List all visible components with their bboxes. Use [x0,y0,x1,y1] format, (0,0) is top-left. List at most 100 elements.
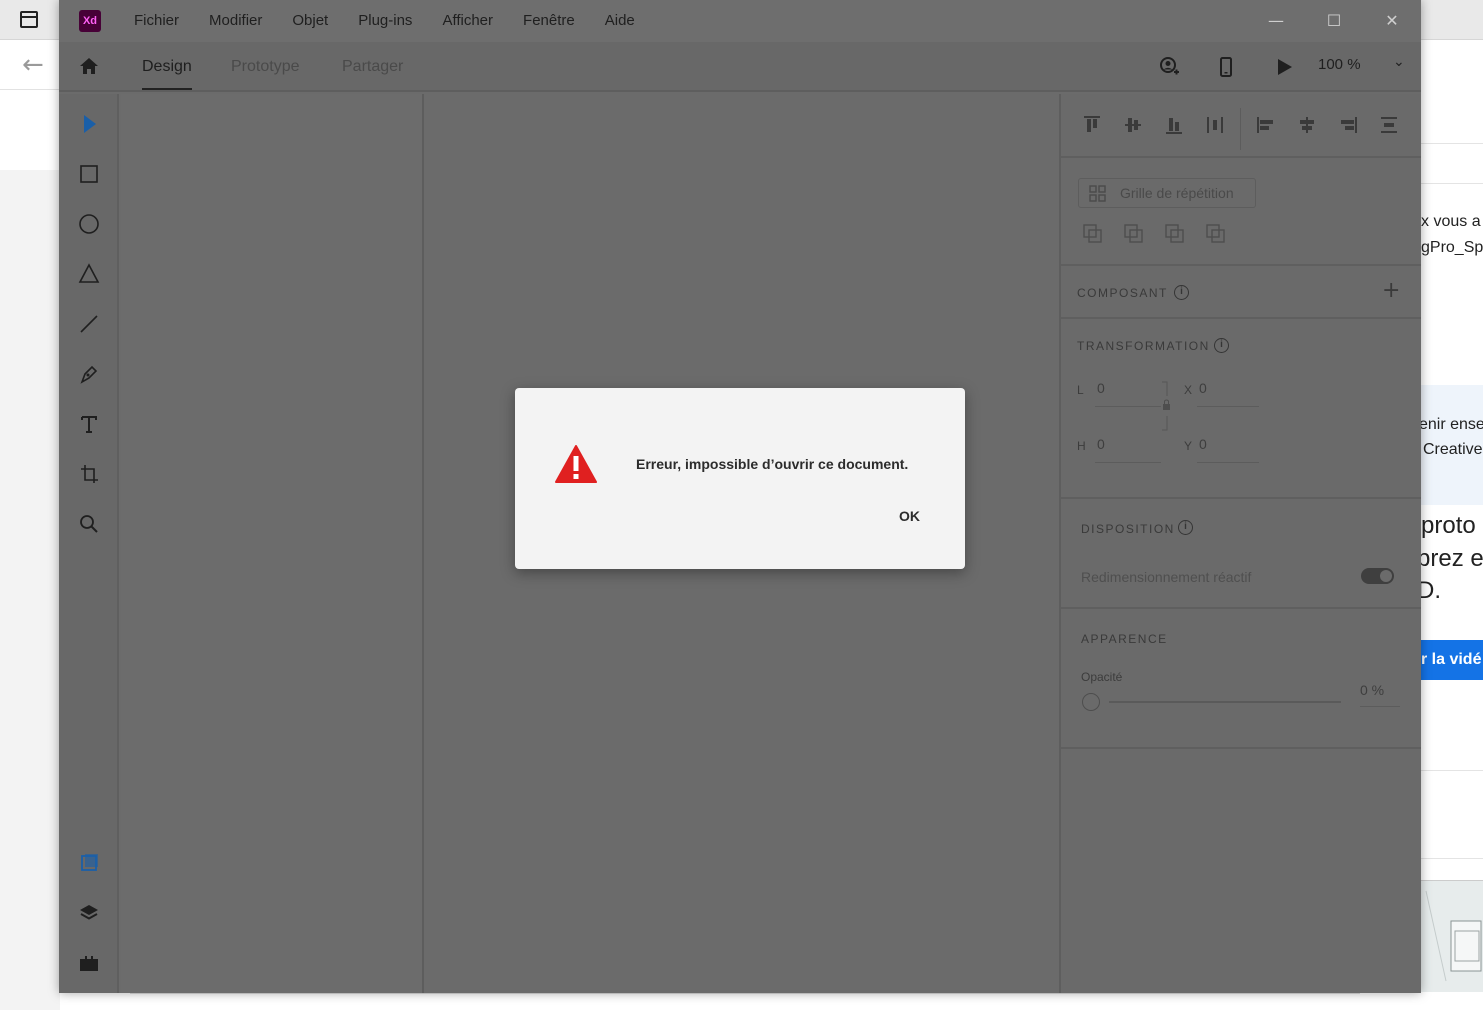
back-arrow-icon[interactable]: ← [22,50,44,80]
width-field-underline [1095,406,1161,407]
preview-thumbnail [1421,880,1483,992]
browser-bottom-strip [130,993,1360,1010]
tab-prototype[interactable]: Prototype [231,58,299,76]
divider [1061,607,1421,609]
home-icon[interactable] [79,56,99,76]
menu-view[interactable]: Afficher [427,0,508,42]
browser-page-content: x vous a gPro_Sp enir ense Creative prot… [1421,40,1483,1010]
distribute-vertical-icon[interactable] [1204,114,1226,136]
plugins-icon[interactable] [77,951,101,975]
ellipse-tool-icon[interactable] [77,212,101,236]
page-text-fragment: Creative [1423,441,1483,458]
menu-edit[interactable]: Modifier [194,0,277,42]
tab-design[interactable]: Design [142,58,192,76]
boolean-add-icon[interactable] [1082,223,1104,245]
align-center-icon[interactable] [1296,114,1318,136]
align-right-icon[interactable] [1337,114,1359,136]
select-tool-icon[interactable] [77,112,101,136]
device-preview-icon[interactable] [1215,56,1237,78]
maximize-button[interactable]: ☐ [1305,0,1363,42]
menu-window[interactable]: Fenêtre [508,0,590,42]
page-heading-fragment: proto [1421,512,1476,539]
appearance-section-label: APPARENCE [1081,632,1168,646]
repeat-grid-icon [1089,185,1106,202]
minimize-button[interactable]: — [1247,0,1305,42]
repeat-grid-label: Grille de répétition [1120,185,1234,201]
info-icon[interactable]: i [1174,285,1189,300]
invite-user-icon[interactable] [1158,56,1180,78]
top-toolbar: Design Prototype Partager 100 % ⌄ [59,42,1421,92]
menu-file[interactable]: Fichier [119,0,194,42]
repeat-grid-button[interactable]: Grille de répétition [1078,178,1256,208]
opacity-slider-track[interactable] [1109,701,1341,703]
rectangle-tool-icon[interactable] [77,162,101,186]
transformation-section-label: TRANSFORMATION [1077,339,1210,353]
add-component-button[interactable]: + [1382,278,1400,303]
x-field[interactable]: 0 [1199,380,1207,396]
divider [1061,156,1421,158]
page-heading-fragment: prez et [1421,545,1483,572]
opacity-label: Opacité [1081,670,1123,684]
zoom-tool-icon[interactable] [77,512,101,536]
play-icon[interactable] [1273,56,1295,78]
boolean-intersect-icon[interactable] [1164,223,1186,245]
align-top-icon[interactable] [1081,114,1103,136]
width-field[interactable]: 0 [1097,380,1105,396]
responsive-resize-toggle[interactable] [1361,568,1394,584]
title-bar: Xd Fichier Modifier Objet Plug-ins Affic… [59,0,1421,42]
height-field[interactable]: 0 [1097,436,1105,452]
error-dialog: Erreur, impossible d’ouvrir ce document.… [515,388,965,569]
line-tool-icon[interactable] [77,312,101,336]
width-label: L [1077,383,1084,397]
height-field-underline [1095,462,1161,463]
property-inspector: Grille de répétition COMPOSANT i + TRANS… [1059,94,1421,993]
info-icon[interactable]: i [1214,338,1229,353]
opacity-field-underline [1360,706,1400,707]
boolean-subtract-icon[interactable] [1123,223,1145,245]
text-tool-icon[interactable] [77,412,101,436]
divider [1240,108,1241,150]
menu-help[interactable]: Aide [590,0,650,42]
menu-plugins[interactable]: Plug-ins [343,0,427,42]
divider [1061,317,1421,319]
info-icon[interactable]: i [1178,520,1193,535]
zoom-level[interactable]: 100 % [1318,56,1361,73]
tab-share[interactable]: Partager [342,58,403,76]
x-field-underline [1197,406,1259,407]
opacity-slider-knob[interactable] [1082,693,1100,711]
page-text-fragment: x vous a [1421,213,1481,230]
artboard-tool-icon[interactable] [77,462,101,486]
xd-logo: Xd [79,10,101,32]
menu-object[interactable]: Objet [277,0,343,42]
page-text-fragment: enir ense [1421,416,1483,433]
y-field[interactable]: 0 [1199,436,1207,452]
ok-button[interactable]: OK [899,508,920,524]
align-bottom-icon[interactable] [1163,114,1185,136]
tools-bar [59,94,119,993]
pen-tool-icon[interactable] [77,362,101,386]
close-button[interactable]: ✕ [1363,0,1421,42]
y-label: Y [1184,439,1193,453]
divider [1061,747,1421,749]
component-section-label: COMPOSANT [1077,286,1168,300]
divider [1421,770,1483,771]
layers-icon[interactable] [77,901,101,925]
layout-section-label: DISPOSITION [1081,522,1175,536]
x-label: X [1184,383,1193,397]
watch-video-button[interactable]: r la vidé [1421,640,1483,680]
browser-left-pane [0,170,60,1010]
chevron-down-icon[interactable]: ⌄ [1393,54,1405,70]
boolean-exclude-icon[interactable] [1205,223,1227,245]
menu-bar: Fichier Modifier Objet Plug-ins Afficher… [119,0,650,42]
distribute-horizontal-icon[interactable] [1378,114,1400,136]
divider [1061,264,1421,266]
lock-aspect-icon[interactable] [1161,380,1171,432]
height-label: H [1077,439,1086,453]
document-assets-icon[interactable] [77,851,101,875]
align-middle-icon[interactable] [1122,114,1144,136]
tab-actions-icon[interactable] [20,11,38,28]
divider [1421,183,1483,184]
polygon-tool-icon[interactable] [77,262,101,286]
align-left-icon[interactable] [1255,114,1277,136]
opacity-value-field[interactable]: 0 % [1360,682,1384,698]
